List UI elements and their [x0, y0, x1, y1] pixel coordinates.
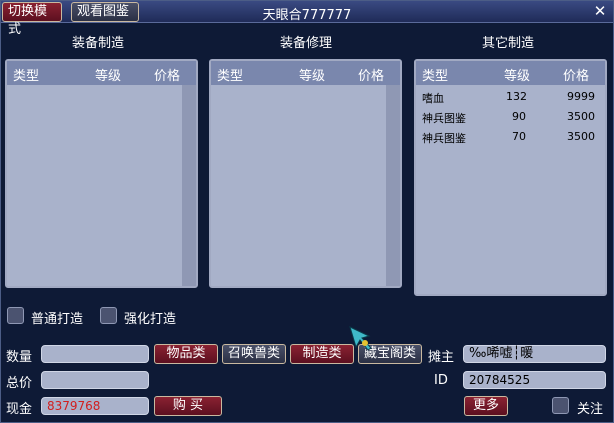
scrollbar[interactable]: [182, 85, 196, 286]
equip-make-list[interactable]: 类型 等级 价格: [5, 59, 198, 288]
buy-button[interactable]: 购 买: [154, 396, 222, 416]
follow-label: 关注: [577, 402, 604, 417]
total-label: 总价: [6, 376, 33, 391]
list-header: 类型 等级 价格: [211, 61, 400, 85]
follow-checkbox[interactable]: [552, 397, 569, 414]
normal-forge-label: 普通打造: [31, 312, 84, 327]
item-price: 3500: [567, 130, 595, 143]
owner-field: ‰唏嘘┆暖: [463, 345, 606, 363]
column-price: 价格: [358, 69, 385, 84]
item-price: 3500: [567, 110, 595, 123]
pointer-cursor-icon: [349, 326, 372, 351]
quantity-field[interactable]: [41, 345, 149, 363]
title-bar: 切换模式 观看图鉴 天眼合777777 ✕: [1, 1, 613, 37]
quantity-label: 数量: [6, 350, 33, 365]
window-title: 天眼合777777: [262, 8, 352, 23]
item-level: 90: [512, 110, 526, 123]
equip-repair-list[interactable]: 类型 等级 价格: [209, 59, 402, 288]
equip-make-title: 装备制造: [71, 36, 124, 51]
tab-summons[interactable]: 召唤兽类: [222, 344, 286, 364]
other-make-title: 其它制造: [481, 36, 534, 51]
column-type: 类型: [217, 69, 244, 84]
column-type: 类型: [13, 69, 40, 84]
id-field: 20784525: [463, 371, 606, 389]
item-type: 神兵图鉴: [422, 132, 466, 145]
item-type: 嗜血: [422, 92, 444, 105]
total-price-field: [41, 371, 149, 389]
shop-window: 切换模式 观看图鉴 天眼合777777 ✕ 装备制造 装备修理 其它制造 类型 …: [0, 0, 614, 423]
scrollbar[interactable]: [386, 85, 400, 286]
column-level: 等级: [299, 69, 326, 84]
enhanced-forge-label: 强化打造: [124, 312, 177, 327]
column-level: 等级: [95, 69, 122, 84]
column-type: 类型: [422, 69, 449, 84]
id-label: ID: [434, 373, 448, 388]
equip-repair-title: 装备修理: [279, 36, 332, 51]
close-icon[interactable]: ✕: [591, 2, 609, 22]
enhanced-forge-checkbox[interactable]: [100, 307, 117, 324]
column-price: 价格: [563, 69, 590, 84]
owner-label: 摊主: [428, 350, 455, 365]
other-make-list[interactable]: 类型 等级 价格 嗜血 132 9999 神兵图鉴 90 3500 神兵图鉴 7…: [414, 59, 607, 296]
list-header: 类型 等级 价格: [416, 61, 605, 85]
item-level: 70: [512, 130, 526, 143]
item-type: 神兵图鉴: [422, 112, 466, 125]
list-header: 类型 等级 价格: [7, 61, 196, 85]
list-item[interactable]: 神兵图鉴 90 3500: [422, 108, 599, 126]
column-level: 等级: [504, 69, 531, 84]
list-item[interactable]: 神兵图鉴 70 3500: [422, 128, 599, 146]
list-item[interactable]: 嗜血 132 9999: [422, 88, 599, 106]
item-level: 132: [506, 90, 527, 103]
item-price: 9999: [567, 90, 595, 103]
column-price: 价格: [154, 69, 181, 84]
cash-label: 现金: [6, 402, 33, 417]
tab-items[interactable]: 物品类: [154, 344, 218, 364]
more-button[interactable]: 更多: [464, 396, 508, 416]
cash-field: 8379768: [41, 397, 149, 415]
normal-forge-checkbox[interactable]: [7, 307, 24, 324]
tab-crafting[interactable]: 制造类: [290, 344, 354, 364]
